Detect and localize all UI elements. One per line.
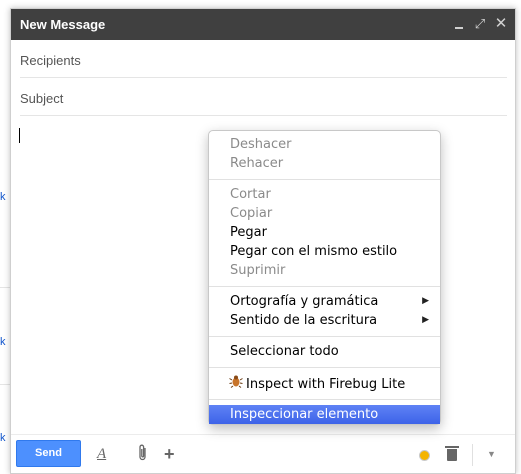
plus-icon[interactable]: + [164, 444, 175, 464]
toolbar-divider [472, 444, 473, 466]
paperclip-icon[interactable] [137, 444, 149, 464]
compose-toolbar: Send A + ▼ [11, 434, 515, 473]
send-button[interactable]: Send [16, 440, 81, 467]
background-link[interactable]: k [0, 191, 6, 203]
menu-item-inspect-element[interactable]: Inspeccionar elemento [209, 405, 440, 424]
recipients-field[interactable]: Recipients [20, 40, 507, 78]
saved-indicator-icon [418, 444, 432, 464]
menu-item-undo[interactable]: Deshacer [209, 135, 440, 154]
minimize-icon[interactable] [452, 16, 466, 32]
menu-item-firebug[interactable]: Inspect with Firebug Lite [209, 374, 440, 393]
menu-item-redo[interactable]: Rehacer [209, 154, 440, 173]
menu-item-delete[interactable]: Suprimir [209, 261, 440, 280]
menu-separator [209, 399, 440, 400]
context-menu: Deshacer Rehacer Cortar Copiar Pegar Peg… [208, 130, 441, 425]
background-link[interactable]: k [0, 336, 6, 348]
text-format-icon[interactable]: A [97, 444, 106, 464]
compose-title: New Message [20, 17, 106, 32]
recipients-placeholder: Recipients [20, 53, 81, 68]
menu-item-select-all[interactable]: Seleccionar todo [209, 342, 440, 361]
subject-placeholder: Subject [20, 91, 64, 106]
menu-item-cut[interactable]: Cortar [209, 185, 440, 204]
menu-item-copy[interactable]: Copiar [209, 204, 440, 223]
close-icon[interactable]: ✕ [494, 16, 508, 32]
compose-titlebar[interactable]: New Message ⤢ ✕ [11, 9, 515, 40]
menu-separator [209, 286, 440, 287]
menu-separator [209, 179, 440, 180]
menu-item-paste[interactable]: Pegar [209, 223, 440, 242]
chevron-down-icon[interactable]: ▼ [487, 444, 496, 464]
menu-item-writing-direction[interactable]: Sentido de la escritura ▶ [209, 311, 440, 330]
menu-item-paste-match-style[interactable]: Pegar con el mismo estilo [209, 242, 440, 261]
menu-separator [209, 336, 440, 337]
menu-item-spelling[interactable]: Ortografía y gramática ▶ [209, 292, 440, 311]
background-link[interactable]: k [0, 432, 6, 444]
menu-separator [209, 367, 440, 368]
popout-icon[interactable]: ⤢ [473, 16, 487, 32]
subject-field[interactable]: Subject [20, 78, 507, 116]
text-caret [19, 128, 20, 143]
submenu-arrow-icon: ▶ [422, 315, 429, 325]
submenu-arrow-icon: ▶ [422, 296, 429, 306]
firebug-icon [229, 374, 243, 394]
